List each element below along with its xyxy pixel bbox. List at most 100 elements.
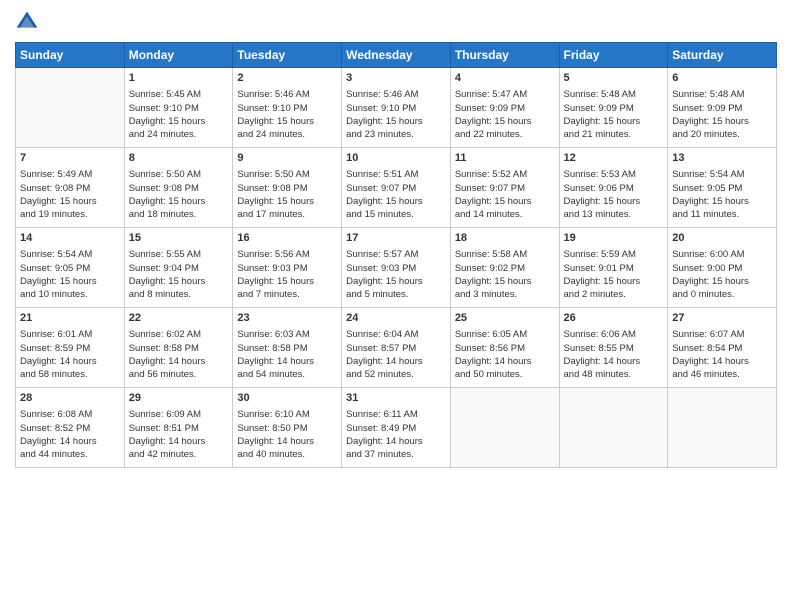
day-number: 23 [237,311,337,326]
day-number: 25 [455,311,555,326]
week-row-5: 28Sunrise: 6:08 AMSunset: 8:52 PMDayligh… [16,388,777,468]
day-number: 22 [129,311,229,326]
day-content-line: Sunrise: 5:45 AM [129,88,229,101]
logo [15,10,43,34]
day-content-line: Sunset: 9:03 PM [237,262,337,275]
day-content-line: and 46 minutes. [672,368,772,381]
day-number: 26 [564,311,664,326]
day-content-line: Sunrise: 6:04 AM [346,328,446,341]
day-number: 24 [346,311,446,326]
day-number: 4 [455,71,555,86]
day-content-line: Sunrise: 5:51 AM [346,168,446,181]
day-content-line: Daylight: 15 hours [672,195,772,208]
day-content-line: Daylight: 14 hours [564,355,664,368]
day-content-line: Daylight: 14 hours [346,355,446,368]
day-content-line: Daylight: 15 hours [455,275,555,288]
day-content-line: Sunset: 8:59 PM [20,342,120,355]
day-number: 13 [672,151,772,166]
day-content-line: Sunrise: 5:49 AM [20,168,120,181]
day-content-line: Daylight: 14 hours [129,435,229,448]
day-content-line: Sunrise: 5:47 AM [455,88,555,101]
day-content-line: Daylight: 14 hours [237,355,337,368]
header-cell-saturday: Saturday [668,43,777,68]
day-cell: 24 Sunrise: 6:04 AMSunset: 8:57 PMDayligh… [342,308,451,388]
day-content-line: and 24 minutes. [129,128,229,141]
day-content-line: and 22 minutes. [455,128,555,141]
day-content-line: Sunrise: 5:50 AM [129,168,229,181]
header-cell-tuesday: Tuesday [233,43,342,68]
day-content-line: and 50 minutes. [455,368,555,381]
day-content-line: and 5 minutes. [346,288,446,301]
day-number: 2 [237,71,337,86]
day-content-line: Sunrise: 5:48 AM [672,88,772,101]
day-content-line: Sunrise: 5:52 AM [455,168,555,181]
day-cell: 8 Sunrise: 5:50 AMSunset: 9:08 PMDaylight… [124,148,233,228]
day-cell: 18Sunrise: 5:58 AMSunset: 9:02 PMDayligh… [450,228,559,308]
day-content-line: Daylight: 14 hours [237,435,337,448]
day-content-line: and 37 minutes. [346,448,446,461]
day-cell: 27Sunrise: 6:07 AMSunset: 8:54 PMDayligh… [668,308,777,388]
day-content-line: Sunrise: 6:08 AM [20,408,120,421]
day-content-line: Sunset: 9:06 PM [564,182,664,195]
day-number: 1 [129,71,229,86]
day-cell: 19Sunrise: 5:59 AMSunset: 9:01 PMDayligh… [559,228,668,308]
day-content-line: Sunset: 8:49 PM [346,422,446,435]
day-content-line: Sunrise: 6:06 AM [564,328,664,341]
day-content-line: Sunset: 9:08 PM [129,182,229,195]
day-content-line: Daylight: 14 hours [672,355,772,368]
day-content-line: Sunrise: 5:48 AM [564,88,664,101]
day-content-line: Sunrise: 5:54 AM [20,248,120,261]
day-content-line: Daylight: 15 hours [129,195,229,208]
day-cell: 4Sunrise: 5:47 AMSunset: 9:09 PMDaylight… [450,68,559,148]
day-cell: 9Sunrise: 5:50 AMSunset: 9:08 PMDaylight… [233,148,342,228]
day-cell: 30Sunrise: 6:10 AMSunset: 8:50 PMDayligh… [233,388,342,468]
header-cell-thursday: Thursday [450,43,559,68]
day-cell: 26Sunrise: 6:06 AMSunset: 8:55 PMDayligh… [559,308,668,388]
day-cell: 23Sunrise: 6:03 AMSunset: 8:58 PMDayligh… [233,308,342,388]
day-number: 27 [672,311,772,326]
day-content-line: Sunset: 9:08 PM [20,182,120,195]
day-content-line: Daylight: 15 hours [129,115,229,128]
day-content-line: and 17 minutes. [237,208,337,221]
day-content-line: Sunset: 8:58 PM [129,342,229,355]
day-content-line: and 20 minutes. [672,128,772,141]
day-content-line: Sunrise: 5:55 AM [129,248,229,261]
header-cell-monday: Monday [124,43,233,68]
day-cell: 31Sunrise: 6:11 AMSunset: 8:49 PMDayligh… [342,388,451,468]
day-content-line: Daylight: 15 hours [237,275,337,288]
day-content-line: Sunset: 9:09 PM [455,102,555,115]
day-content-line: Sunset: 8:57 PM [346,342,446,355]
day-content-line: Sunset: 9:10 PM [129,102,229,115]
day-cell: 29Sunrise: 6:09 AMSunset: 8:51 PMDayligh… [124,388,233,468]
day-number: 8 [129,151,229,166]
day-content-line: Sunset: 9:04 PM [129,262,229,275]
day-content-line: Sunrise: 6:03 AM [237,328,337,341]
week-row-3: 14Sunrise: 5:54 AMSunset: 9:05 PMDayligh… [16,228,777,308]
day-cell: 11Sunrise: 5:52 AMSunset: 9:07 PMDayligh… [450,148,559,228]
day-content-line: Sunset: 8:50 PM [237,422,337,435]
day-content-line: Sunrise: 5:53 AM [564,168,664,181]
day-cell: 17Sunrise: 5:57 AMSunset: 9:03 PMDayligh… [342,228,451,308]
day-content-line: Daylight: 15 hours [672,115,772,128]
day-content-line: Sunset: 9:01 PM [564,262,664,275]
day-content-line: and 56 minutes. [129,368,229,381]
day-number: 11 [455,151,555,166]
day-cell: 14Sunrise: 5:54 AMSunset: 9:05 PMDayligh… [16,228,125,308]
day-content-line: Sunset: 9:08 PM [237,182,337,195]
day-cell: 10Sunrise: 5:51 AMSunset: 9:07 PMDayligh… [342,148,451,228]
day-content-line: Sunset: 9:02 PM [455,262,555,275]
day-content-line: Sunset: 8:56 PM [455,342,555,355]
day-cell: 12Sunrise: 5:53 AMSunset: 9:06 PMDayligh… [559,148,668,228]
day-content-line: and 14 minutes. [455,208,555,221]
week-row-4: 21Sunrise: 6:01 AMSunset: 8:59 PMDayligh… [16,308,777,388]
day-number: 30 [237,391,337,406]
day-cell: 7Sunrise: 5:49 AMSunset: 9:08 PMDaylight… [16,148,125,228]
day-content-line: Sunset: 9:07 PM [455,182,555,195]
day-number: 16 [237,231,337,246]
day-content-line: and 0 minutes. [672,288,772,301]
day-content-line: Sunrise: 6:02 AM [129,328,229,341]
day-content-line: Daylight: 15 hours [20,275,120,288]
day-content-line: Sunrise: 6:01 AM [20,328,120,341]
day-number: 3 [346,71,446,86]
day-cell: 28Sunrise: 6:08 AMSunset: 8:52 PMDayligh… [16,388,125,468]
